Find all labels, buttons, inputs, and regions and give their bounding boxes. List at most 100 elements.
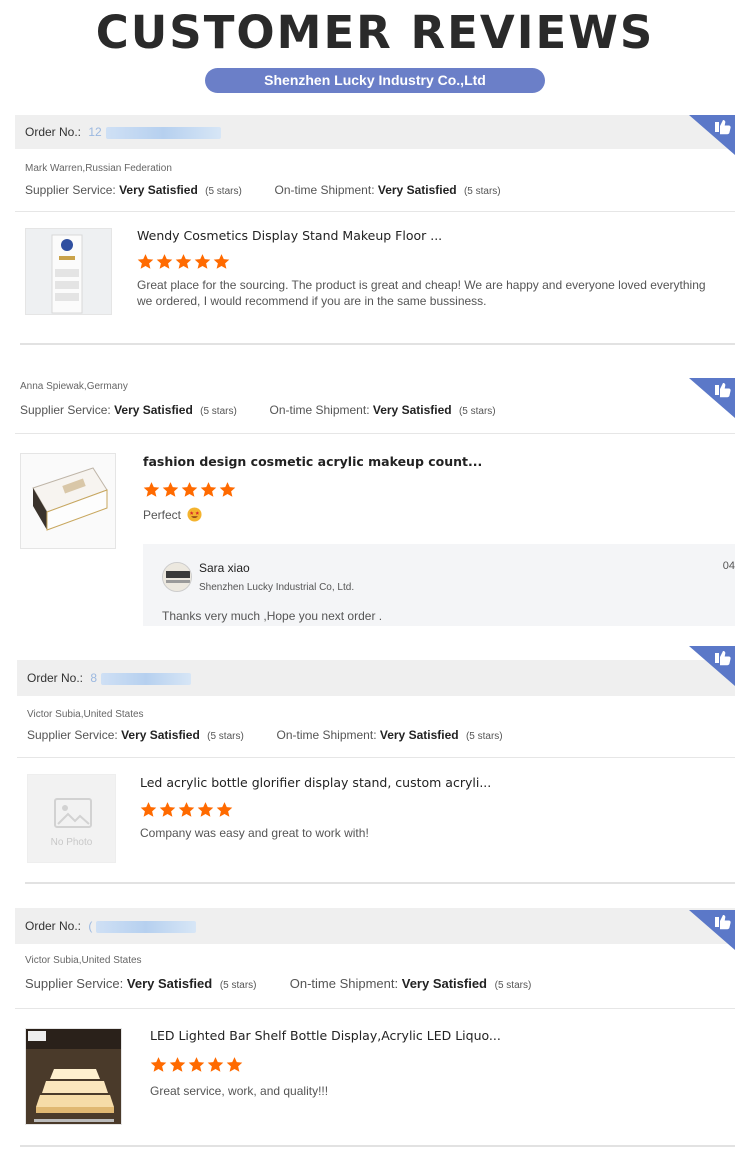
order-no-label: Order No.:: [25, 125, 82, 139]
card-bottom-rule: [25, 882, 735, 884]
rating-summary: Supplier Service: Very Satisfied (5 star…: [25, 976, 531, 991]
led-shelf-image: [26, 1029, 121, 1124]
star-rating: [140, 801, 233, 818]
order-bar: Order No.: 8: [17, 660, 735, 696]
star-rating: [143, 481, 236, 498]
review-text: Great place for the sourcing. The produc…: [137, 278, 706, 308]
star-icon: [156, 253, 173, 270]
star-icon: [150, 1056, 167, 1073]
display-stand-image: [26, 229, 111, 314]
reviewer-name: Mark Warren,Russian Federation: [25, 163, 172, 174]
order-no-blur: [101, 672, 192, 685]
star-icon: [219, 481, 236, 498]
card-bottom-rule: [20, 1145, 735, 1147]
shipment-stars: (5 stars): [463, 186, 501, 197]
product-title-link[interactable]: LED Lighted Bar Shelf Bottle Display,Acr…: [150, 1028, 501, 1043]
shipment-rating: Very Satisfied: [401, 976, 488, 991]
star-icon: [169, 1056, 186, 1073]
order-no-blur: [105, 126, 221, 139]
page-title: CUSTOMER REVIEWS: [95, 6, 655, 59]
review-card: Anna Spiewak,Germany Supplier Service: V…: [15, 378, 735, 626]
star-icon: [137, 253, 154, 270]
star-icon: [162, 481, 179, 498]
supplier-service-label: Supplier Service:: [25, 976, 124, 991]
reviewer-name: Anna Spiewak,Germany: [20, 381, 128, 392]
card-bottom-rule: [20, 343, 735, 345]
star-icon: [159, 801, 176, 818]
shipment-stars: (5 stars): [465, 731, 503, 742]
supplier-service-stars: (5 stars): [205, 186, 242, 197]
divider: [17, 757, 735, 758]
review-text: Company was easy and great to work with!: [140, 826, 369, 840]
star-icon: [194, 253, 211, 270]
product-thumbnail[interactable]: [25, 228, 112, 315]
reply-text: Thanks very much ,Hope you next order .: [162, 609, 383, 623]
makeup-counter-image: [21, 454, 115, 548]
review-card: Order No.: ( Victor Subia,United States …: [15, 905, 735, 1150]
star-icon: [178, 801, 195, 818]
reviewer-name: Victor Subia,United States: [27, 709, 144, 720]
supplier-service-label: Supplier Service:: [20, 403, 111, 417]
seller-avatar-image: [163, 563, 191, 591]
star-icon: [140, 801, 157, 818]
shipment-rating: Very Satisfied: [372, 403, 452, 417]
divider: [15, 1008, 735, 1009]
star-icon: [143, 481, 160, 498]
star-icon: [188, 1056, 205, 1073]
product-thumbnail[interactable]: No Photo: [27, 774, 116, 863]
thumbs-up-badge-icon: [689, 910, 735, 950]
star-icon: [216, 801, 233, 818]
star-icon: [197, 801, 214, 818]
supplier-service-rating: Very Satisfied: [126, 976, 213, 991]
shipment-stars: (5 stars): [458, 406, 496, 417]
product-title-link[interactable]: fashion design cosmetic acrylic makeup c…: [143, 454, 482, 469]
star-icon: [181, 481, 198, 498]
supplier-service-label: Supplier Service:: [25, 183, 116, 197]
order-no-value: 12: [88, 125, 102, 139]
order-no-label: Order No.:: [27, 671, 84, 685]
seller-name: Sara xiao: [199, 561, 250, 575]
product-thumbnail[interactable]: [25, 1028, 122, 1125]
no-photo-label: No Photo: [50, 837, 93, 848]
shipment-stars: (5 stars): [494, 980, 532, 991]
product-title-link[interactable]: Led acrylic bottle glorifier display sta…: [140, 775, 491, 790]
star-rating: [137, 253, 230, 270]
seller-reply: Sara xiao Shenzhen Lucky Industrial Co, …: [143, 544, 735, 626]
no-photo-icon: [54, 798, 92, 828]
rating-summary: Supplier Service: Very Satisfied (5 star…: [27, 728, 503, 742]
shipment-rating: Very Satisfied: [379, 728, 459, 742]
supplier-service-label: Supplier Service:: [27, 728, 118, 742]
order-no-label: Order No.:: [25, 919, 82, 933]
star-icon: [200, 481, 217, 498]
star-struck-emoji-icon: [187, 507, 202, 522]
supplier-service-rating: Very Satisfied: [121, 728, 200, 742]
thumbs-up-badge-icon: [689, 646, 735, 686]
rating-summary: Supplier Service: Very Satisfied (5 star…: [20, 403, 496, 417]
order-bar: Order No.: (: [15, 908, 735, 944]
shipment-label: On-time Shipment:: [289, 976, 399, 991]
review-card: Order No.: 12 Mark Warren,Russian Federa…: [15, 115, 735, 350]
divider: [15, 211, 735, 212]
order-no-value: 8: [90, 671, 98, 685]
supplier-service-rating: Very Satisfied: [114, 403, 193, 417]
supplier-service-stars: (5 stars): [219, 980, 257, 991]
review-text-value: Perfect: [143, 508, 182, 522]
review-card: Order No.: 8 Victor Subia,United States …: [17, 646, 735, 886]
seller-avatar: [162, 562, 192, 592]
shipment-label: On-time Shipment:: [276, 728, 377, 742]
product-thumbnail[interactable]: [20, 453, 116, 549]
order-no-value: (: [88, 919, 93, 933]
review-text: Perfect: [143, 507, 202, 523]
supplier-service-stars: (5 stars): [207, 731, 244, 742]
order-bar: Order No.: 12: [15, 115, 735, 149]
rating-summary: Supplier Service: Very Satisfied (5 star…: [25, 183, 501, 197]
star-icon: [175, 253, 192, 270]
product-title-link[interactable]: Wendy Cosmetics Display Stand Makeup Flo…: [137, 228, 442, 243]
thumbs-up-badge-icon: [689, 115, 735, 155]
divider: [15, 433, 735, 434]
star-icon: [213, 253, 230, 270]
company-banner: Shenzhen Lucky Industry Co.,Ltd: [205, 68, 545, 93]
reply-date: 04: [722, 560, 735, 572]
review-text: Great service, work, and quality!!!: [150, 1084, 329, 1098]
supplier-service-rating: Very Satisfied: [119, 183, 198, 197]
